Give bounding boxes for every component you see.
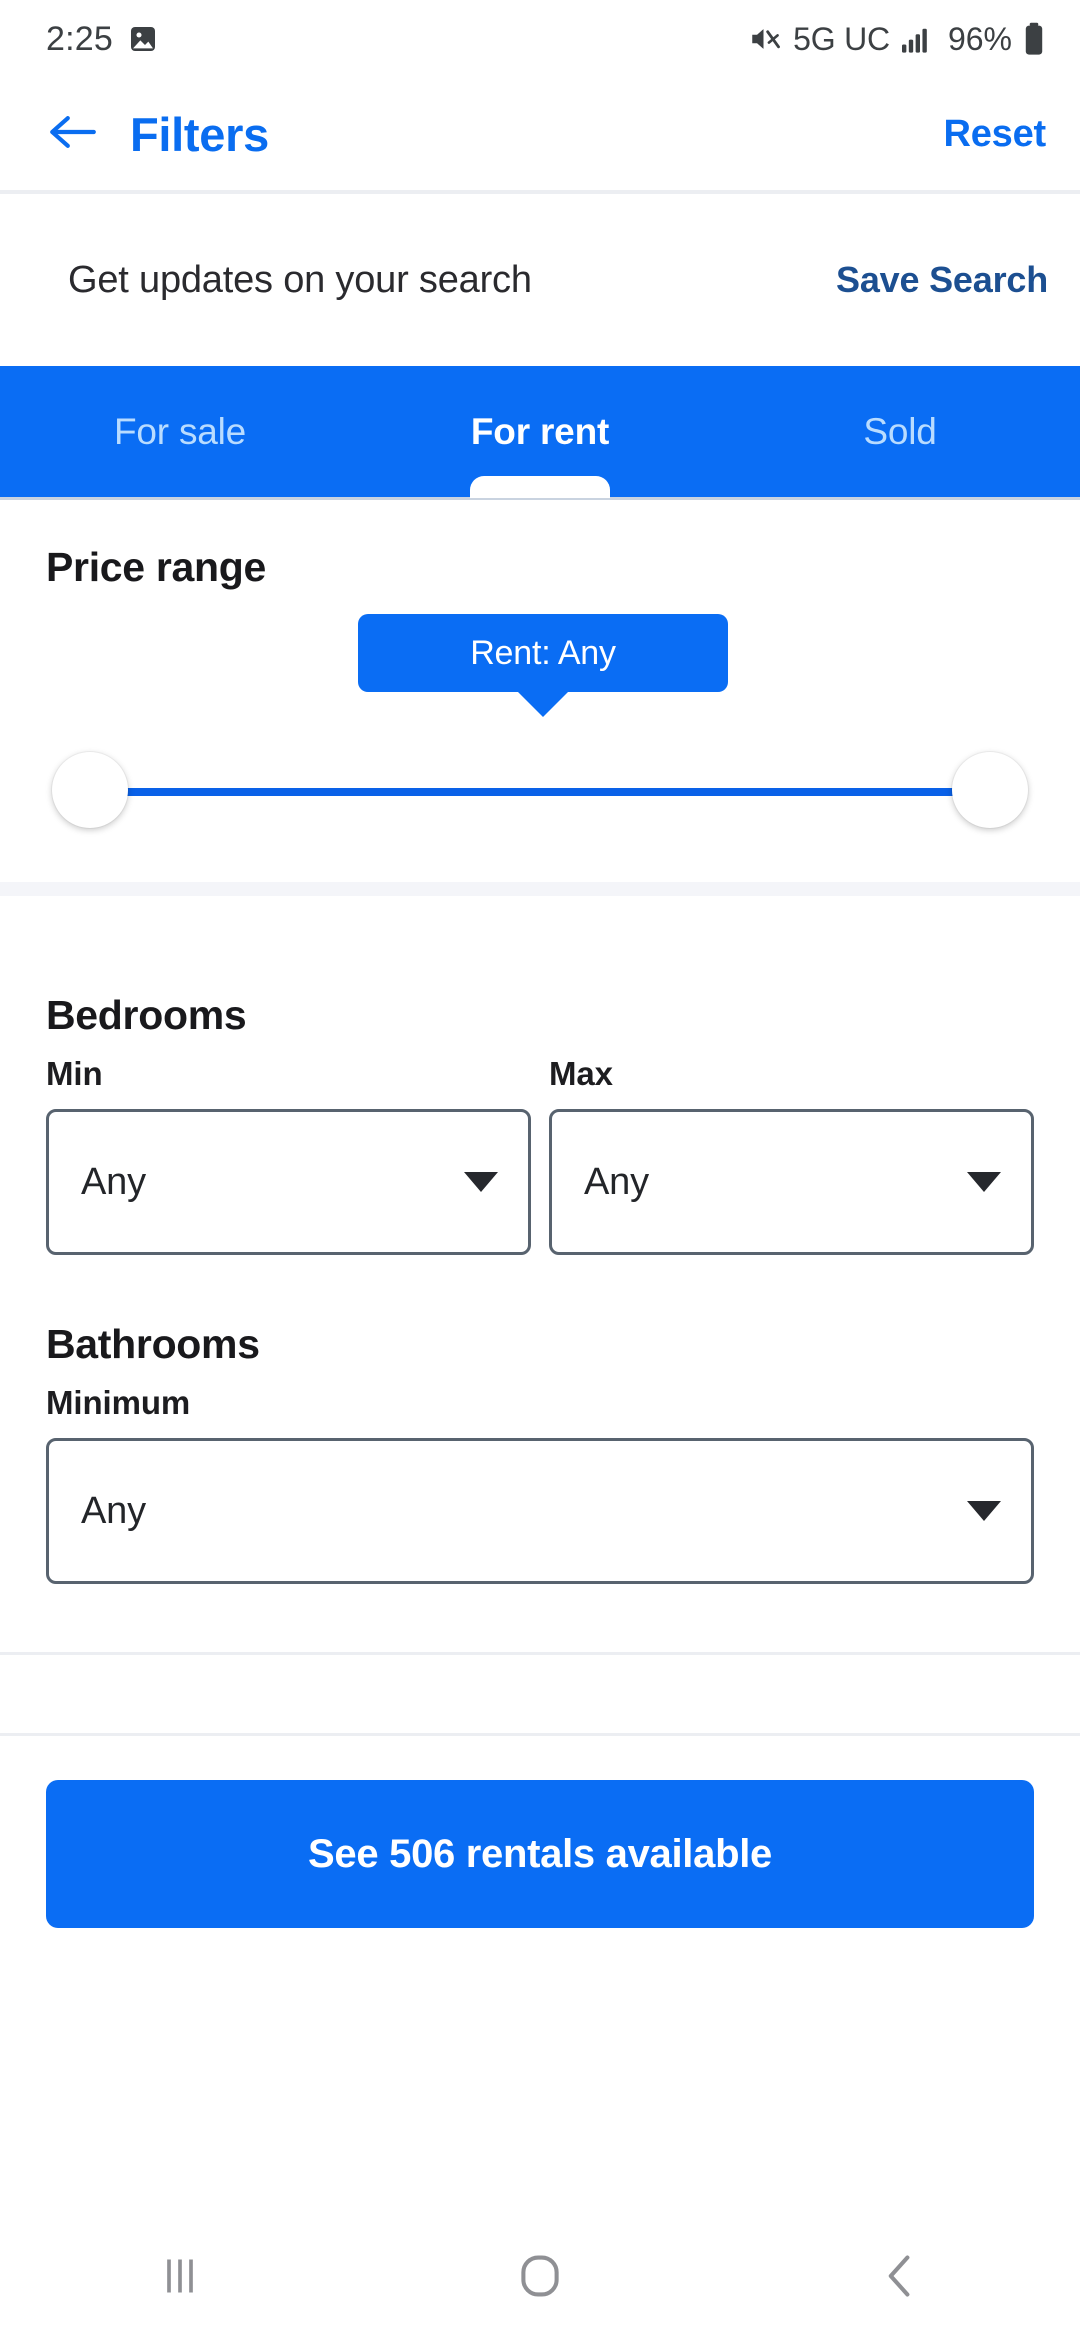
bottom-spacer bbox=[46, 1584, 1034, 1652]
price-range-slider[interactable] bbox=[46, 752, 1034, 832]
price-slider-min-handle[interactable] bbox=[52, 752, 128, 828]
back-arrow-icon bbox=[47, 110, 99, 159]
price-slider-track bbox=[92, 788, 988, 796]
android-nav-bar bbox=[0, 2216, 1080, 2340]
save-search-text: Get updates on your search bbox=[68, 258, 532, 301]
bathrooms-minimum-select[interactable]: Any bbox=[46, 1438, 1034, 1584]
image-icon bbox=[127, 23, 159, 55]
status-bar-left: 2:25 bbox=[46, 20, 159, 59]
chevron-down-icon bbox=[967, 1172, 1001, 1192]
see-rentals-button[interactable]: See 506 rentals available bbox=[46, 1780, 1034, 1928]
chevron-down-icon bbox=[464, 1172, 498, 1192]
tab-for-rent-label: For rent bbox=[470, 410, 610, 452]
price-slider-max-handle[interactable] bbox=[952, 752, 1028, 828]
status-time: 2:25 bbox=[46, 19, 113, 58]
battery-full-icon bbox=[1022, 22, 1046, 56]
bedrooms-max-label: Max bbox=[549, 1055, 613, 1092]
tab-for-sale-label: For sale bbox=[113, 410, 247, 452]
bedrooms-min-value: Any bbox=[81, 1160, 146, 1203]
bedrooms-min-field: Min Any bbox=[46, 1055, 531, 1255]
home-button[interactable] bbox=[360, 2216, 720, 2340]
back-button[interactable] bbox=[44, 105, 102, 163]
price-tooltip-pointer bbox=[517, 691, 569, 717]
recents-icon bbox=[159, 2254, 201, 2303]
nav-back-button[interactable] bbox=[720, 2216, 1080, 2340]
price-range-section: Price range Rent: Any bbox=[0, 500, 1080, 882]
network-label: 5G UC bbox=[793, 20, 890, 57]
chevron-down-icon bbox=[967, 1501, 1001, 1521]
status-bar-right: 5G UC 96% bbox=[747, 21, 1046, 58]
save-search-row: Get updates on your search Save Search bbox=[0, 194, 1080, 366]
price-range-title: Price range bbox=[46, 544, 267, 590]
bathrooms-field: Minimum Any bbox=[46, 1384, 1034, 1584]
bedrooms-min-select[interactable]: Any bbox=[46, 1109, 531, 1255]
listing-type-tabs: For sale For rent Sold bbox=[0, 366, 1080, 498]
reset-button[interactable]: Reset bbox=[944, 113, 1047, 156]
bathrooms-minimum-value: Any bbox=[81, 1489, 146, 1532]
bedrooms-min-label: Min bbox=[46, 1055, 103, 1092]
price-tooltip-label: Rent: Any bbox=[358, 614, 728, 692]
section-divider-band-1 bbox=[0, 882, 1080, 896]
cta-zone: See 506 rentals available bbox=[0, 1736, 1080, 1928]
gap-block bbox=[0, 1655, 1080, 1733]
back-chevron-icon bbox=[878, 2252, 922, 2305]
tab-sold-label: Sold bbox=[863, 410, 937, 452]
price-tooltip: Rent: Any bbox=[358, 614, 728, 717]
tab-for-rent[interactable]: For rent bbox=[360, 366, 720, 498]
page-title: Filters bbox=[130, 107, 269, 161]
save-search-button[interactable]: Save Search bbox=[836, 259, 1048, 301]
rooms-spacer bbox=[46, 1255, 1034, 1321]
rooms-section: Bedrooms Min Any Max Any Bathrooms Minim… bbox=[0, 896, 1080, 1652]
tab-sold[interactable]: Sold bbox=[720, 366, 1080, 497]
signal-bars-icon bbox=[900, 24, 934, 54]
recents-button[interactable] bbox=[0, 2216, 360, 2340]
bedrooms-max-value: Any bbox=[584, 1160, 649, 1203]
app-header: Filters Reset bbox=[0, 78, 1080, 190]
battery-percent: 96% bbox=[947, 20, 1012, 57]
home-icon bbox=[516, 2252, 564, 2305]
bedrooms-fields: Min Any Max Any bbox=[46, 1055, 1034, 1255]
bathrooms-minimum-label: Minimum bbox=[46, 1384, 191, 1421]
active-tab-indicator bbox=[470, 476, 610, 498]
status-bar: 2:25 5G UC 96% bbox=[0, 0, 1080, 78]
tab-for-sale[interactable]: For sale bbox=[0, 366, 360, 497]
bedrooms-title: Bedrooms bbox=[46, 992, 247, 1038]
bathrooms-title: Bathrooms bbox=[46, 1321, 260, 1367]
bedrooms-max-field: Max Any bbox=[549, 1055, 1034, 1255]
mute-icon bbox=[747, 21, 783, 57]
bedrooms-max-select[interactable]: Any bbox=[549, 1109, 1034, 1255]
